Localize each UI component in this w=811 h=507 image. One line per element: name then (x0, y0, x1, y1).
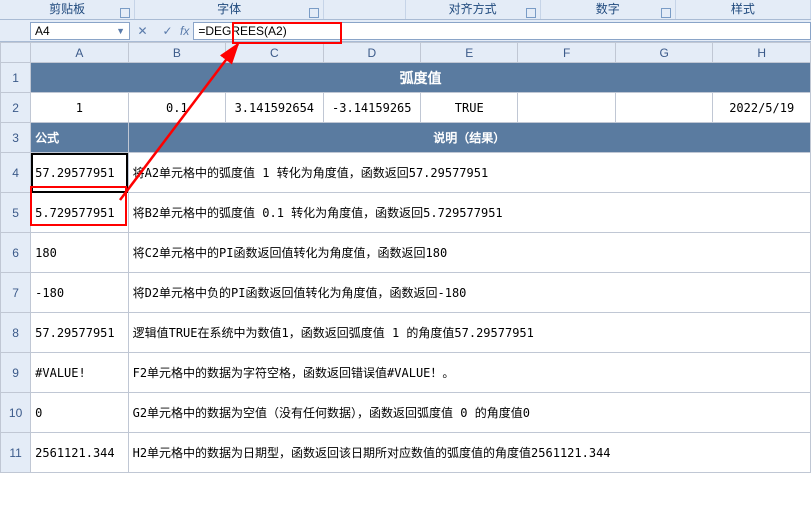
formula-bar-value: =DEGREES(A2) (198, 24, 286, 38)
row-header[interactable]: 8 (1, 313, 31, 353)
col-header-D[interactable]: D (323, 43, 420, 63)
row-header[interactable]: 7 (1, 273, 31, 313)
ribbon-group-label: 剪贴板 (49, 2, 85, 16)
spreadsheet-grid[interactable]: A B C D E F G H 1 弧度值 2 1 0.1 3.14159265… (0, 42, 811, 507)
cell-desc[interactable]: 将B2单元格中的弧度值 0.1 转化为角度值，函数返回5.729577951 (128, 193, 810, 233)
expand-icon[interactable] (661, 8, 671, 18)
cell-A9[interactable]: #VALUE! (31, 353, 128, 393)
formula-buttons: ✕ ✓ (130, 24, 180, 38)
ribbon-group-align[interactable]: 对齐方式 (406, 0, 541, 19)
dropdown-icon[interactable]: ▼ (116, 26, 125, 36)
row-4: 4 57.29577951 将A2单元格中的弧度值 1 转化为角度值，函数返回5… (1, 153, 811, 193)
cell-G2[interactable] (615, 93, 712, 123)
row-5: 5 5.729577951 将B2单元格中的弧度值 0.1 转化为角度值，函数返… (1, 193, 811, 233)
row-8: 8 57.29577951 逻辑值TRUE在系统中为数值1，函数返回弧度值 1 … (1, 313, 811, 353)
col-header-E[interactable]: E (421, 43, 518, 63)
row-header[interactable]: 10 (1, 393, 31, 433)
col-header-F[interactable]: F (518, 43, 615, 63)
cell-desc[interactable]: 将C2单元格中的PI函数返回值转化为角度值，函数返回180 (128, 233, 810, 273)
row-header[interactable]: 11 (1, 433, 31, 473)
ribbon-group-style[interactable]: 样式 (676, 0, 811, 19)
enter-icon[interactable]: ✓ (162, 24, 172, 38)
title-cell[interactable]: 弧度值 (31, 63, 811, 93)
cell-C2[interactable]: 3.141592654 (226, 93, 323, 123)
column-header-row: A B C D E F G H (1, 43, 811, 63)
col-header-B[interactable]: B (128, 43, 225, 63)
ribbon-group-label: 样式 (731, 2, 755, 16)
cell-desc[interactable]: 将D2单元格中负的PI函数返回值转化为角度值，函数返回-180 (128, 273, 810, 313)
formula-bar-input[interactable]: =DEGREES(A2) (193, 22, 811, 40)
cell-F2[interactable] (518, 93, 615, 123)
cell-desc[interactable]: 将A2单元格中的弧度值 1 转化为角度值，函数返回57.29577951 (128, 153, 810, 193)
ribbon-group-label: 对齐方式 (449, 2, 497, 16)
row-3: 3 公式 说明（结果） (1, 123, 811, 153)
cell-A5[interactable]: 5.729577951 (31, 193, 128, 233)
cell-desc[interactable]: 逻辑值TRUE在系统中为数值1，函数返回弧度值 1 的角度值57.2957795… (128, 313, 810, 353)
name-box[interactable]: A4 ▼ (30, 22, 130, 40)
name-box-value: A4 (35, 24, 116, 38)
row-6: 6 180 将C2单元格中的PI函数返回值转化为角度值，函数返回180 (1, 233, 811, 273)
ribbon-group-empty[interactable] (324, 0, 406, 19)
col-header-A[interactable]: A (31, 43, 128, 63)
col-header-H[interactable]: H (713, 43, 811, 63)
expand-icon[interactable] (120, 8, 130, 18)
ribbon-group-label: 字体 (217, 2, 241, 16)
ribbon-group-number[interactable]: 数字 (541, 0, 676, 19)
select-all-corner[interactable] (1, 43, 31, 63)
row-header[interactable]: 1 (1, 63, 31, 93)
cell-desc[interactable]: F2单元格中的数据为字符空格，函数返回错误值#VALUE！。 (128, 353, 810, 393)
cell-B2[interactable]: 0.1 (128, 93, 225, 123)
row-7: 7 -180 将D2单元格中负的PI函数返回值转化为角度值，函数返回-180 (1, 273, 811, 313)
ribbon-group-label: 数字 (596, 2, 620, 16)
cell-E2[interactable]: TRUE (421, 93, 518, 123)
cell-D2[interactable]: -3.14159265 (323, 93, 420, 123)
row-header[interactable]: 3 (1, 123, 31, 153)
cell-desc[interactable]: G2单元格中的数据为空值（没有任何数据），函数返回弧度值 0 的角度值0 (128, 393, 810, 433)
cell-A4[interactable]: 57.29577951 (31, 153, 128, 193)
cancel-icon[interactable]: ✕ (137, 24, 147, 38)
row-header[interactable]: 5 (1, 193, 31, 233)
cell-A2[interactable]: 1 (31, 93, 128, 123)
expand-icon[interactable] (526, 8, 536, 18)
cell-A6[interactable]: 180 (31, 233, 128, 273)
col-header-C[interactable]: C (226, 43, 323, 63)
row-header[interactable]: 2 (1, 93, 31, 123)
cell-H2[interactable]: 2022/5/19 (713, 93, 811, 123)
cell-desc[interactable]: H2单元格中的数据为日期型，函数返回该日期所对应数值的弧度值的角度值256112… (128, 433, 810, 473)
ribbon-group-font[interactable]: 字体 (135, 0, 324, 19)
cell-formula-header[interactable]: 公式 (31, 123, 128, 153)
row-1: 1 弧度值 (1, 63, 811, 93)
row-header[interactable]: 9 (1, 353, 31, 393)
row-header[interactable]: 4 (1, 153, 31, 193)
row-2: 2 1 0.1 3.141592654 -3.14159265 TRUE 202… (1, 93, 811, 123)
row-9: 9 #VALUE! F2单元格中的数据为字符空格，函数返回错误值#VALUE！。 (1, 353, 811, 393)
row-11: 11 2561121.344 H2单元格中的数据为日期型，函数返回该日期所对应数… (1, 433, 811, 473)
cell-A7[interactable]: -180 (31, 273, 128, 313)
cell-desc-header[interactable]: 说明（结果） (128, 123, 810, 153)
ribbon-group-clipboard[interactable]: 剪贴板 (0, 0, 135, 19)
fx-icon[interactable]: fx (180, 24, 189, 38)
sheet-table: A B C D E F G H 1 弧度值 2 1 0.1 3.14159265… (0, 42, 811, 473)
formula-bar-row: A4 ▼ ✕ ✓ fx =DEGREES(A2) (0, 20, 811, 42)
cell-A10[interactable]: 0 (31, 393, 128, 433)
cell-A11[interactable]: 2561121.344 (31, 433, 128, 473)
cell-A8[interactable]: 57.29577951 (31, 313, 128, 353)
ribbon-groups: 剪贴板 字体 对齐方式 数字 样式 (0, 0, 811, 20)
row-header[interactable]: 6 (1, 233, 31, 273)
row-10: 10 0 G2单元格中的数据为空值（没有任何数据），函数返回弧度值 0 的角度值… (1, 393, 811, 433)
expand-icon[interactable] (309, 8, 319, 18)
col-header-G[interactable]: G (615, 43, 712, 63)
